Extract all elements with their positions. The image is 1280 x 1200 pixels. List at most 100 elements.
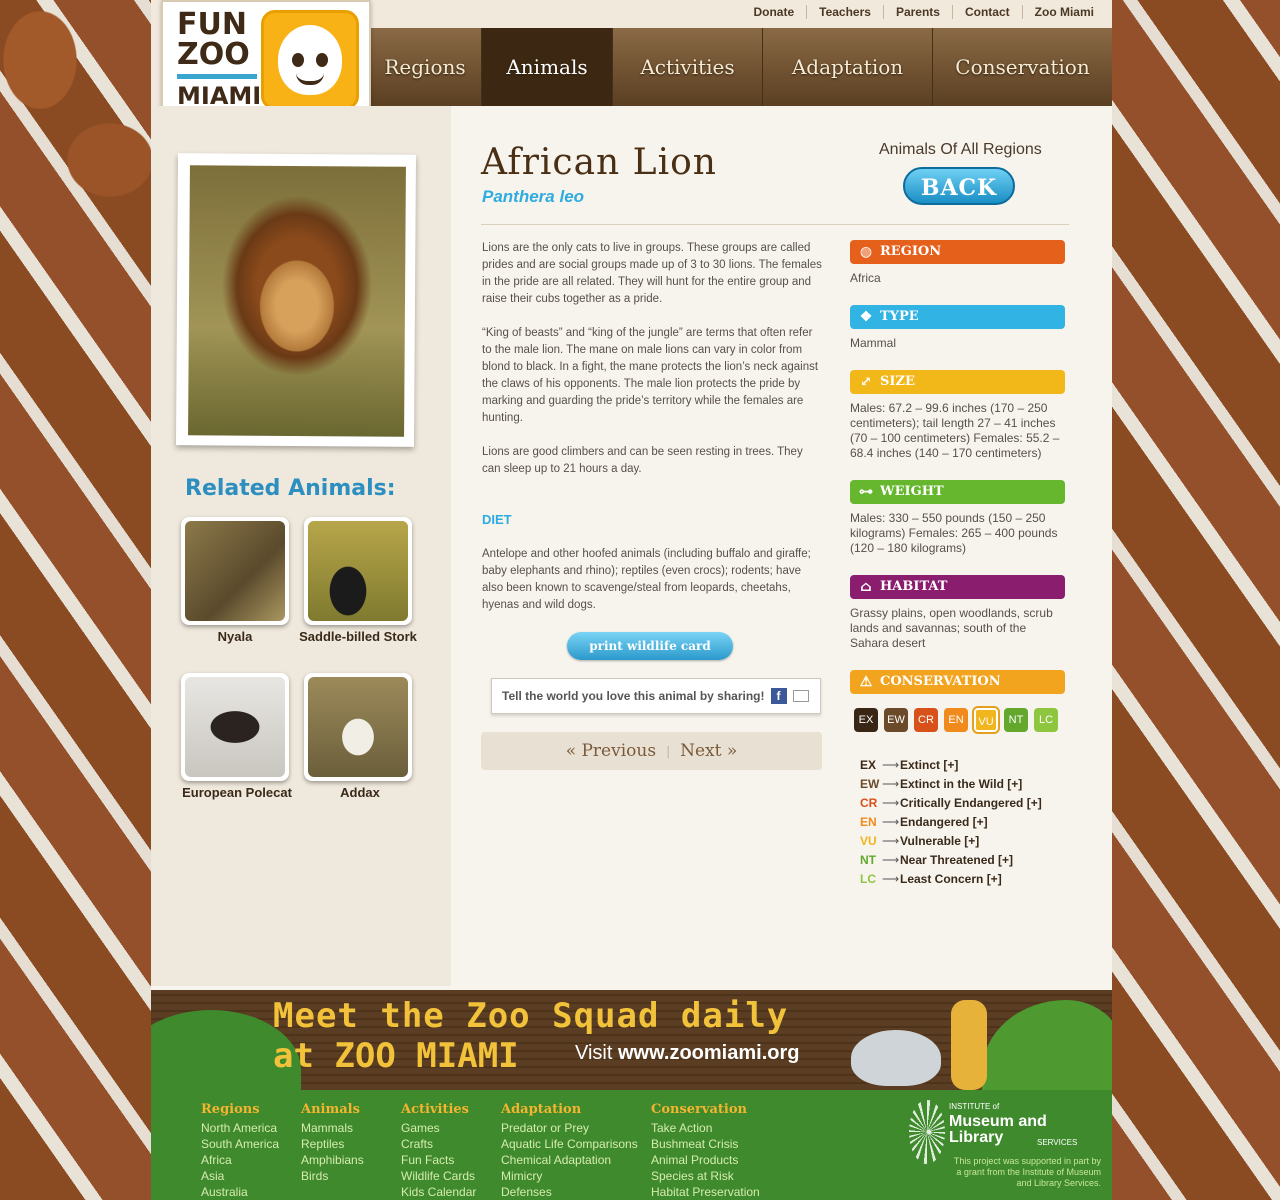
print-wildlife-card-button[interactable]: print wildlife card: [567, 632, 733, 660]
footer-link[interactable]: Birds: [301, 1168, 364, 1184]
footer-heading[interactable]: Adaptation: [501, 1102, 638, 1117]
related-thumb-saddle-billed-stork[interactable]: [304, 517, 412, 625]
footer-link[interactable]: Mammals: [301, 1120, 364, 1136]
status-cr[interactable]: CR: [914, 708, 938, 732]
footer-link[interactable]: Wildlife Cards: [401, 1168, 476, 1184]
back-button[interactable]: BACK: [903, 167, 1015, 205]
footer-link[interactable]: Animal Products: [651, 1152, 760, 1168]
legend-row[interactable]: EW ⟶ Extinct in the Wild [+]: [860, 775, 1042, 794]
footer-heading[interactable]: Animals: [301, 1102, 364, 1117]
nav-adaptation[interactable]: Adaptation: [763, 28, 933, 106]
header: Donate Teachers Parents Contact Zoo Miam…: [151, 0, 1112, 118]
footer-link[interactable]: Mimicry: [501, 1168, 638, 1184]
footer-link[interactable]: South America: [201, 1136, 279, 1152]
toplink-donate[interactable]: Donate: [741, 5, 808, 19]
site-logo[interactable]: FUN ZOO MIAMI: [161, 0, 371, 118]
status-en[interactable]: EN: [944, 708, 968, 732]
related-label-saddle-billed-stork[interactable]: Saddle-billed Stork: [298, 630, 418, 643]
region-label: REGION: [880, 244, 942, 259]
footer-link[interactable]: Games: [401, 1120, 476, 1136]
related-thumb-european-polecat[interactable]: [181, 673, 289, 781]
banner-visit: Visit www.zoomiami.org: [575, 1042, 800, 1064]
animal-title: African Lion: [481, 142, 717, 183]
footer-heading[interactable]: Regions: [201, 1102, 279, 1117]
footer-link[interactable]: Predator or Prey: [501, 1120, 638, 1136]
footer-link[interactable]: Crafts: [401, 1136, 476, 1152]
diet-text: Antelope and other hoofed animals (inclu…: [482, 548, 811, 611]
region-value: Africa: [850, 271, 881, 285]
imls-services-text: SERVICES: [1037, 1138, 1078, 1147]
previous-link[interactable]: « Previous: [566, 741, 656, 761]
status-ew[interactable]: EW: [884, 708, 908, 732]
dumbbell-icon: ⊶: [859, 484, 873, 500]
related-label-nyala[interactable]: Nyala: [175, 630, 295, 643]
logo-line-fun: FUN: [177, 7, 247, 42]
footer-link[interactable]: Take Action: [651, 1120, 760, 1136]
weight-label: WEIGHT: [880, 484, 944, 499]
mail-icon[interactable]: [792, 690, 809, 702]
footer-link[interactable]: Kids Calendar: [401, 1184, 476, 1200]
rhino-mascot-icon: [851, 1030, 941, 1086]
toplink-teachers[interactable]: Teachers: [807, 5, 884, 19]
footer-link[interactable]: Bushmeat Crisis: [651, 1136, 760, 1152]
description-paragraph: Lions are good climbers and can be seen …: [482, 446, 803, 475]
footer-link[interactable]: Chemical Adaptation: [501, 1152, 638, 1168]
related-label-european-polecat[interactable]: European Polecat: [177, 786, 297, 799]
zoo-squad-banner[interactable]: Meet the Zoo Squad daily at ZOO MIAMI Vi…: [151, 990, 1112, 1090]
size-value: Males: 67.2 – 99.6 inches (170 – 250 cen…: [850, 401, 1060, 460]
footer-heading[interactable]: Activities: [401, 1102, 476, 1117]
toplink-parents[interactable]: Parents: [884, 5, 953, 19]
legend-row[interactable]: CR ⟶ Critically Endangered [+]: [860, 794, 1042, 813]
related-thumb-addax[interactable]: [304, 673, 412, 781]
size-header: ⤢ SIZE: [850, 370, 1065, 394]
top-links: Donate Teachers Parents Contact Zoo Miam…: [741, 5, 1094, 19]
footer-link[interactable]: Habitat Preservation: [651, 1184, 760, 1200]
region-header: ◍ REGION: [850, 240, 1065, 264]
facebook-icon[interactable]: f: [770, 688, 787, 704]
legend-row[interactable]: VU ⟶ Vulnerable [+]: [860, 832, 1042, 851]
nav-regions[interactable]: Regions: [369, 28, 482, 106]
footer-link[interactable]: Africa: [201, 1152, 279, 1168]
footer-link[interactable]: Fun Facts: [401, 1152, 476, 1168]
animal-photo-frame: [175, 153, 417, 447]
imls-burst-icon: [909, 1100, 945, 1164]
footer-link[interactable]: Australia: [201, 1184, 279, 1200]
related-label-addax[interactable]: Addax: [300, 786, 420, 799]
toplink-zoo-miami[interactable]: Zoo Miami: [1023, 5, 1094, 19]
status-ex[interactable]: EX: [854, 708, 878, 732]
diet-heading: DIET: [482, 512, 512, 527]
monkey-logo-icon: [261, 10, 359, 110]
status-lc[interactable]: LC: [1034, 708, 1058, 732]
footer-link[interactable]: Reptiles: [301, 1136, 364, 1152]
footer-heading[interactable]: Conservation: [651, 1102, 760, 1117]
nav-animals[interactable]: Animals: [482, 28, 613, 106]
habitat-header: ⌂ HABITAT: [850, 575, 1065, 599]
legend-row[interactable]: EN ⟶ Endangered [+]: [860, 813, 1042, 832]
left-column: Related Animals: Nyala Saddle-billed Sto…: [151, 106, 451, 986]
legend-row[interactable]: LC ⟶ Least Concern [+]: [860, 870, 1042, 889]
habitat-value: Grassy plains, open woodlands, scrub lan…: [850, 606, 1053, 650]
footer-link[interactable]: Amphibians: [301, 1152, 364, 1168]
footer-col-animals: Animals Mammals Reptiles Amphibians Bird…: [301, 1102, 364, 1184]
resize-arrow-icon: ⤢: [860, 374, 872, 390]
house-icon: ⌂: [860, 579, 872, 595]
nav-conservation[interactable]: Conservation: [933, 28, 1112, 106]
banner-line-1: Meet the Zoo Squad daily: [273, 996, 789, 1036]
legend-row[interactable]: NT ⟶ Near Threatened [+]: [860, 851, 1042, 870]
footer-link[interactable]: Aquatic Life Comparisons: [501, 1136, 638, 1152]
legend-row[interactable]: EX ⟶ Extinct [+]: [860, 756, 1042, 775]
next-link[interactable]: Next »: [680, 741, 737, 761]
footer-link[interactable]: North America: [201, 1120, 279, 1136]
habitat-label: HABITAT: [880, 579, 948, 594]
status-vu-selected[interactable]: VU: [972, 706, 1000, 734]
footer-link[interactable]: Asia: [201, 1168, 279, 1184]
conservation-header: ⚠ CONSERVATION: [850, 670, 1065, 694]
related-thumb-nyala[interactable]: [181, 517, 289, 625]
conservation-scale: EX EW CR EN VU NT LC: [854, 706, 1058, 734]
nav-activities[interactable]: Activities: [613, 28, 763, 106]
toplink-contact[interactable]: Contact: [953, 5, 1023, 19]
footer-link[interactable]: Defenses: [501, 1184, 638, 1200]
footer-link[interactable]: Species at Risk: [651, 1168, 760, 1184]
main-nav: Regions Animals Activities Adaptation Co…: [369, 28, 1112, 106]
status-nt[interactable]: NT: [1004, 708, 1028, 732]
